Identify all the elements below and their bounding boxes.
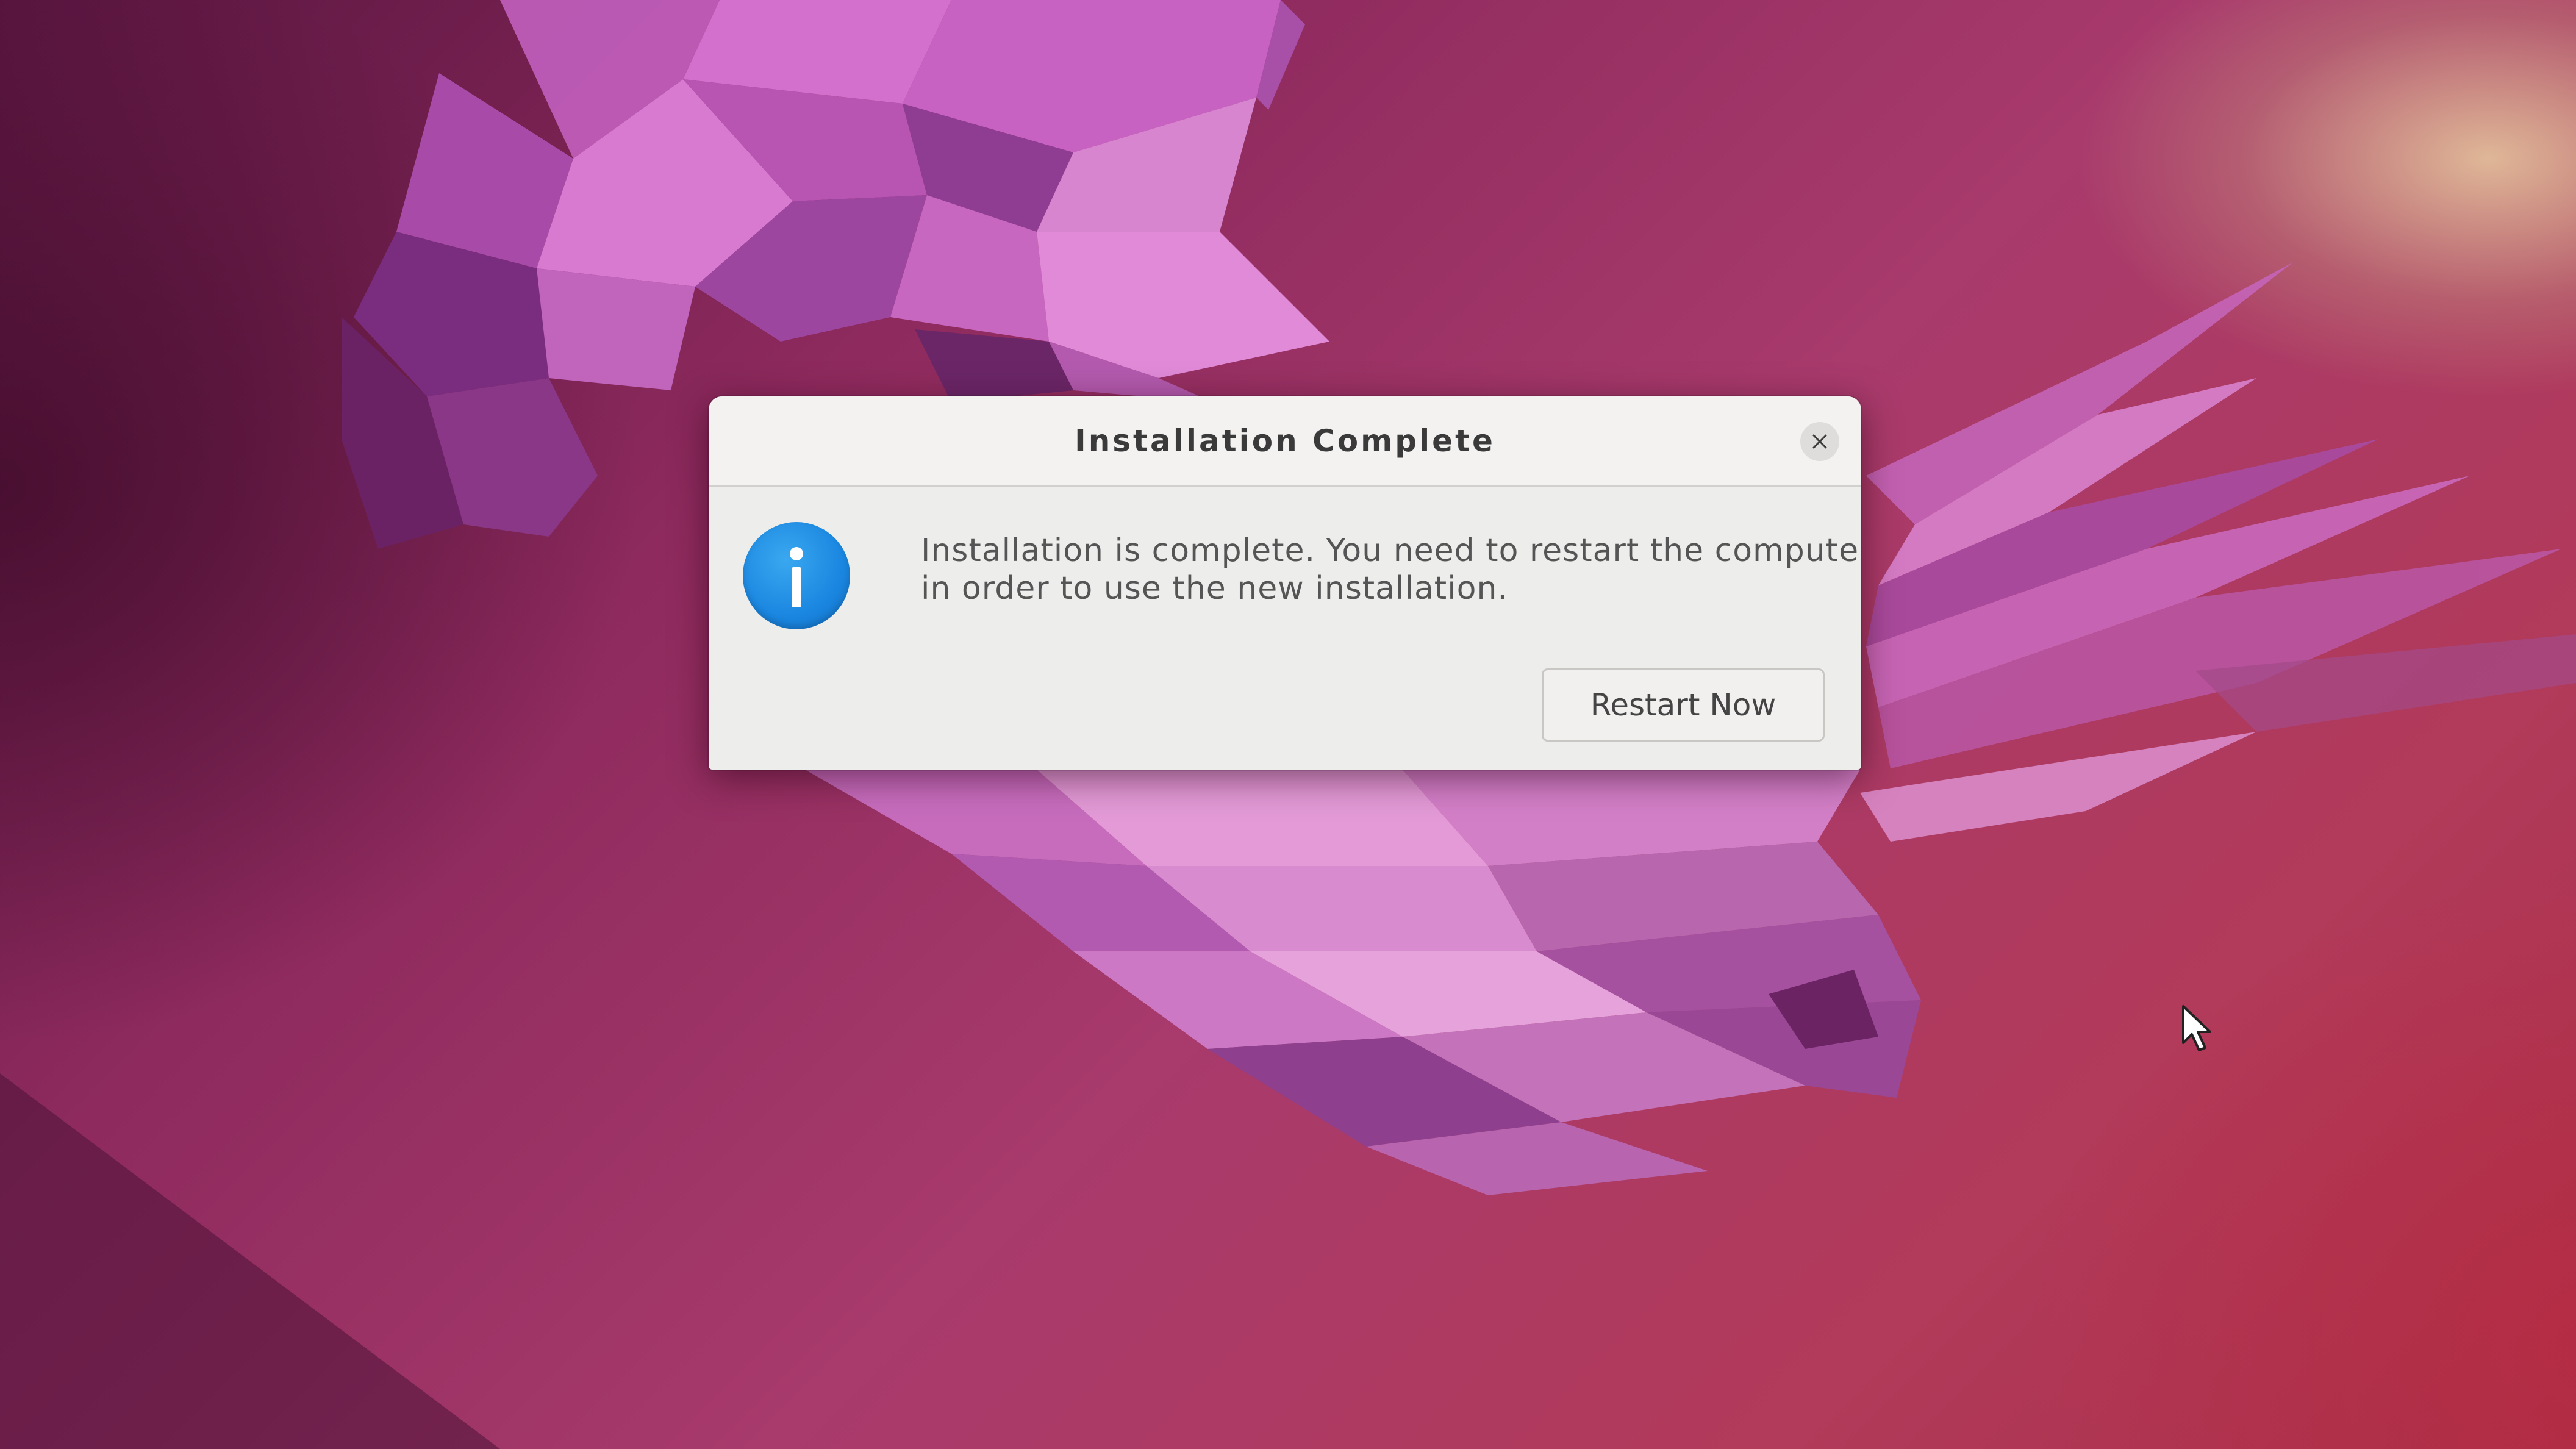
- dialog-message-line-2: in order to use the new installation.: [921, 570, 1508, 607]
- restart-now-button[interactable]: Restart Now: [1542, 668, 1825, 742]
- info-icon: [743, 522, 850, 629]
- wallpaper-lower-swirl: [805, 770, 1921, 1195]
- mouse-pointer-icon: [2182, 1005, 2211, 1051]
- dialog-title: Installation Complete: [1075, 423, 1495, 459]
- wallpaper-right-swirl: [1860, 262, 2576, 842]
- installation-complete-dialog: Installation Complete Installation is co…: [709, 396, 1861, 770]
- close-button[interactable]: [1800, 422, 1839, 461]
- close-icon: [1812, 434, 1827, 449]
- wallpaper-lower-left-band: [0, 1073, 500, 1449]
- dialog-message: Installation is complete. You need to re…: [921, 532, 1861, 607]
- dialog-message-line-1: Installation is complete. You need to re…: [921, 532, 1861, 569]
